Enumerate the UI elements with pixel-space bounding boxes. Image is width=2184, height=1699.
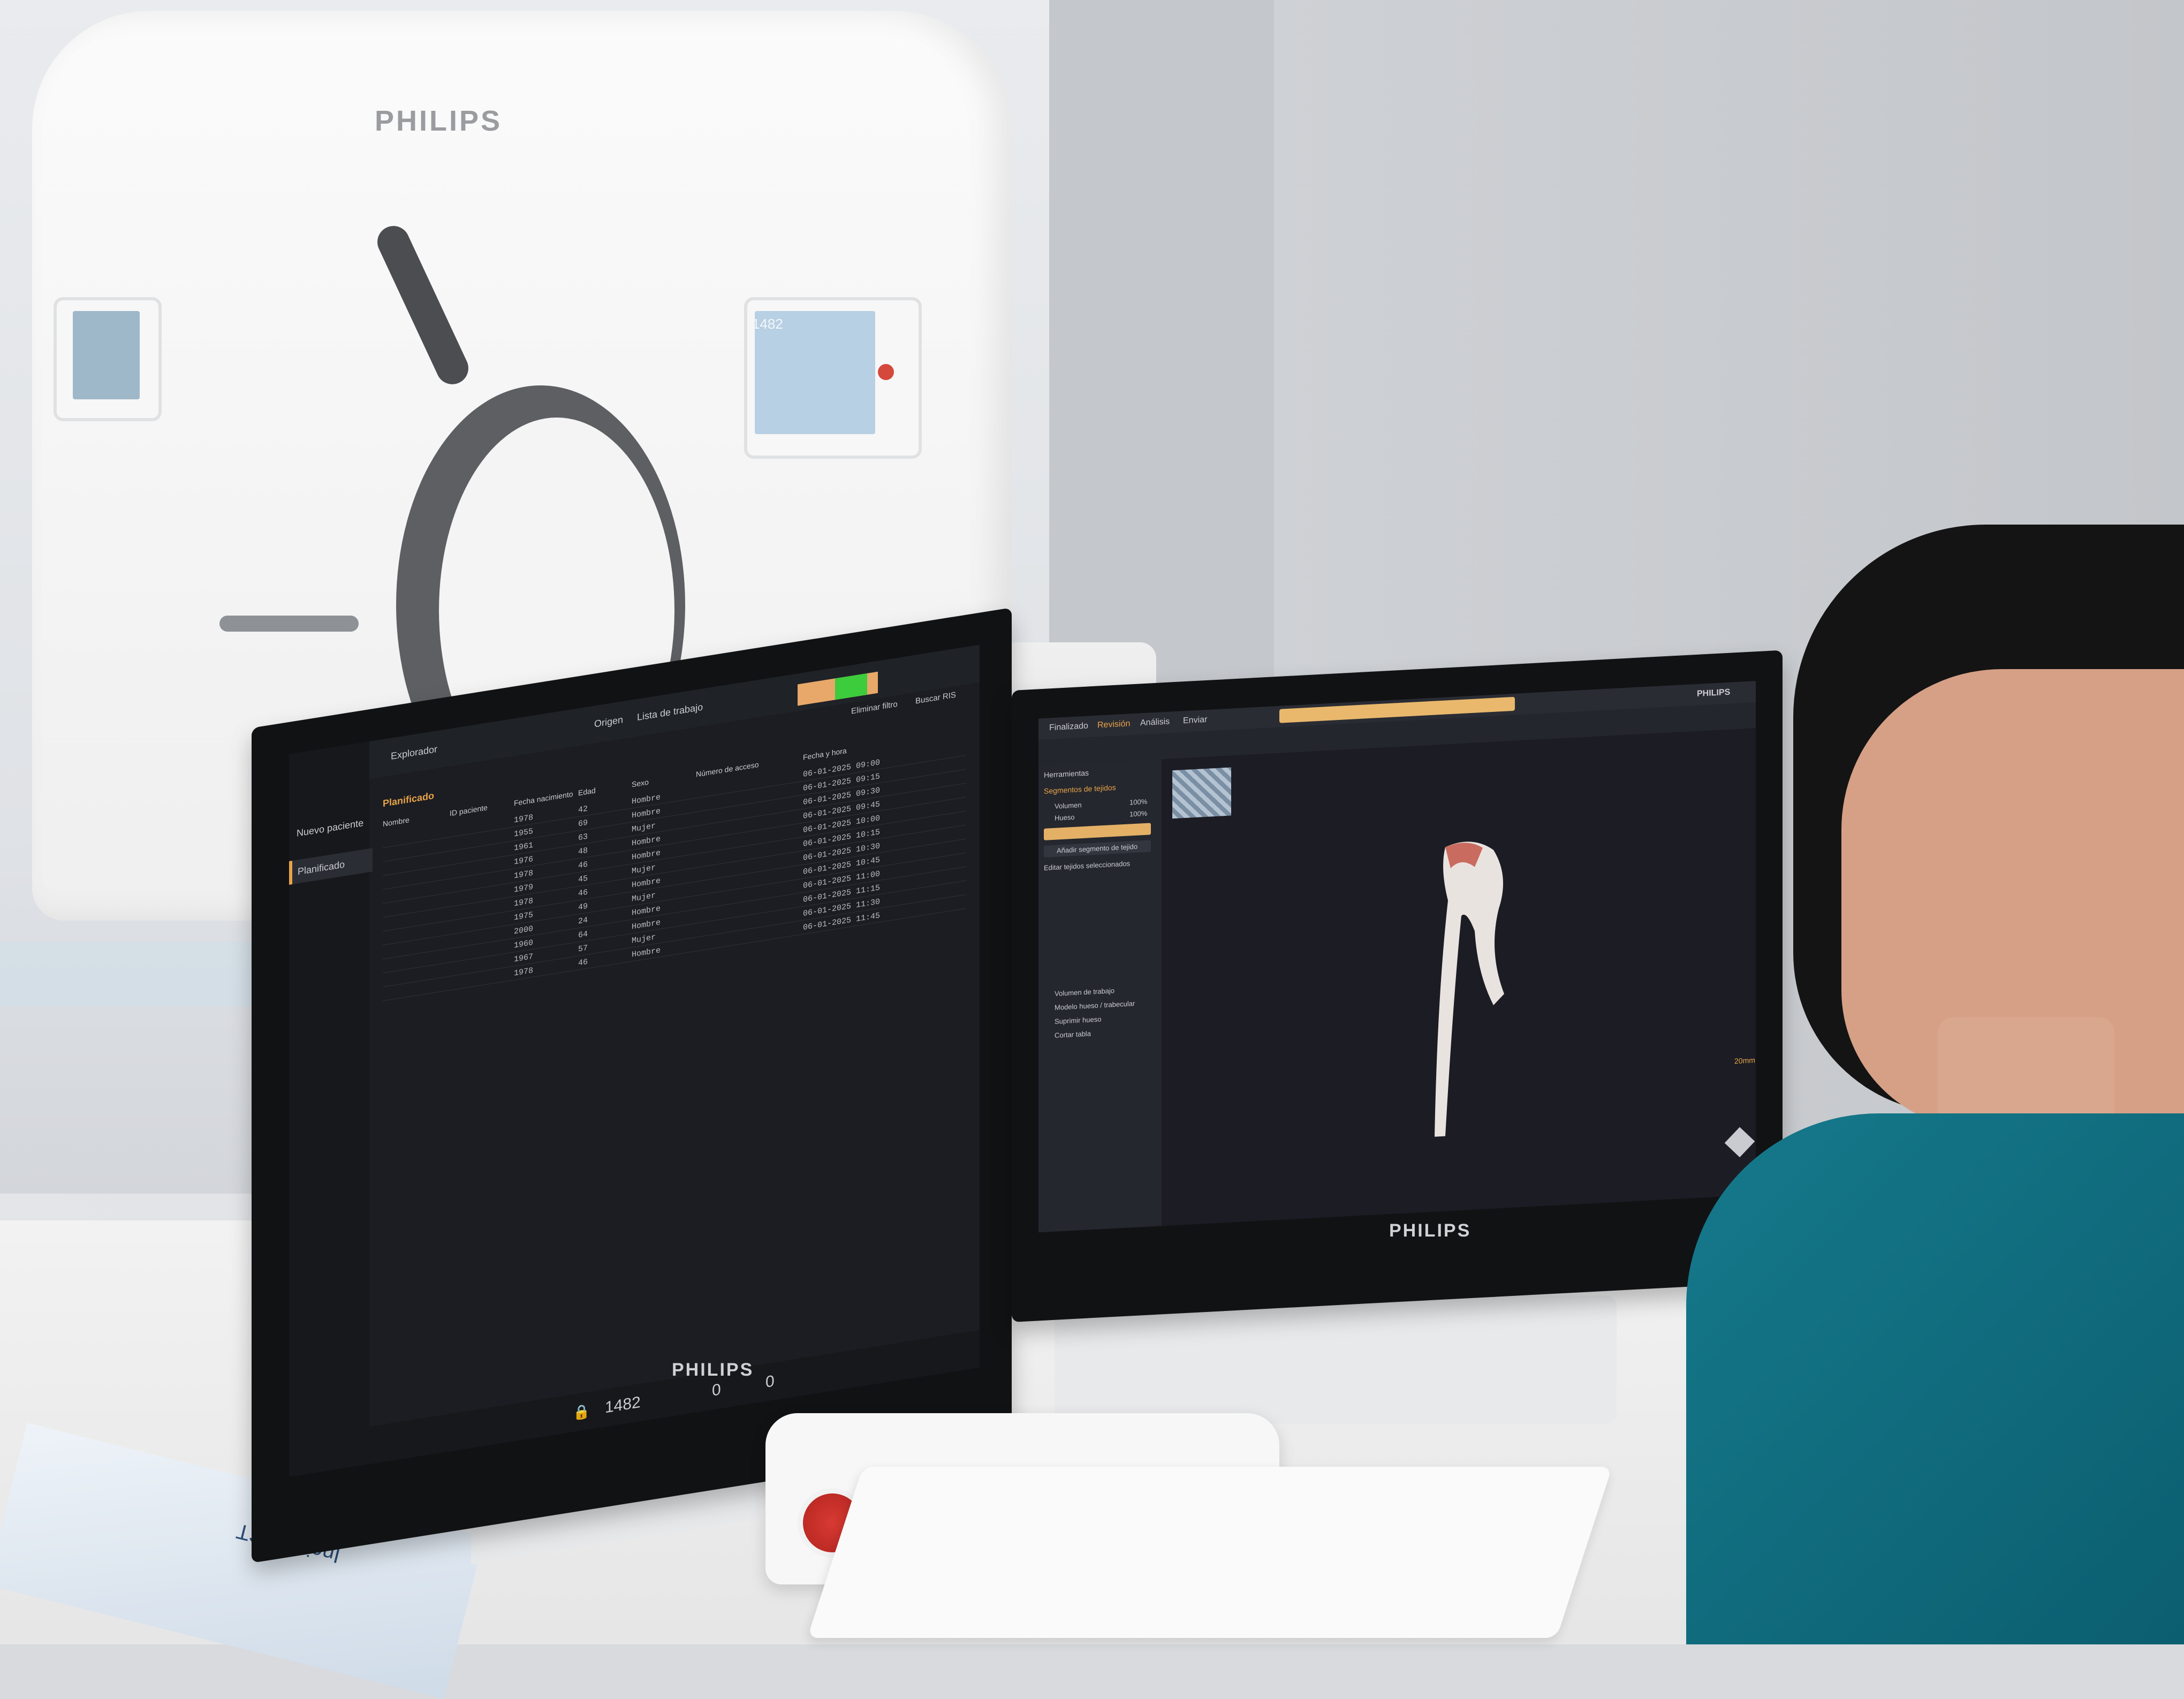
explorer-label[interactable]: Explorador [391,744,437,762]
table-cell: Hombre [632,945,661,960]
tool-item-volume[interactable]: Volumen de trabajo [1055,987,1114,998]
3d-bone-rendering[interactable] [1424,833,1510,1158]
table-cell: Hombre [632,806,661,821]
remove-filter-button[interactable]: Eliminar filtro [851,700,898,716]
column-header[interactable]: Nombre [383,815,410,828]
column-header[interactable]: Edad [578,786,596,797]
worklist-sidebar: Nuevo paciente Planificado [289,741,373,1477]
counter-value: 1482 [605,1393,641,1417]
orientation-cube-icon[interactable] [1724,1127,1755,1158]
screen-brand-logo: PHILIPS [1697,687,1731,699]
table-cell: 63 [578,832,588,843]
table-cell: Hombre [632,792,661,807]
table-cell: 2000 [514,924,534,937]
table-cell: 64 [578,929,588,940]
table-cell: Hombre [632,848,661,862]
column-header[interactable]: ID paciente [450,803,488,817]
origin-label: Origen [594,714,624,730]
segment-hueso-value: 100% [1129,809,1148,818]
sidebar-item-new-patient[interactable]: Nuevo paciente [297,817,363,839]
table-cell: Mujer [632,932,656,946]
table-cell: 46 [578,888,588,899]
scale-label: 20mm [1734,1056,1755,1066]
column-header[interactable]: Número de acceso [696,760,759,779]
tab-finalizado[interactable]: Finalizado [1049,722,1088,733]
left-screen: Nuevo paciente Planificado Explorador Or… [289,644,980,1477]
tool-item-cut-table[interactable]: Cortar tabla [1055,1029,1091,1040]
gantry-panel-readout: 1482 [752,316,783,332]
add-segment-label: Añadir segmento de tejido [1057,842,1138,855]
table-cell: 46 [578,860,588,871]
series-thumbnail[interactable] [1172,767,1231,819]
table-cell: 49 [578,901,588,913]
window-frame [1049,0,1274,701]
gantry-brand-logo: PHILIPS [375,105,503,137]
table-cell: 57 [578,943,588,954]
table-cell: 1978 [514,868,534,881]
right-screen: Finalizado Revisión Análisis Enviar PHIL… [1038,681,1756,1233]
table-cell: 1978 [514,966,534,979]
table-cell: 45 [578,874,588,885]
gantry-control-panel-left [54,297,162,421]
table-cell: 48 [578,846,588,857]
table-cell: 1975 [514,910,534,923]
segment-volumen[interactable]: Volumen [1055,801,1082,810]
left-status-value: 0 [712,1381,721,1400]
table-cell: Mujer [632,821,656,835]
table-cell: Mujer [632,863,656,876]
table-cell: 1955 [514,826,534,839]
patient-table-rail [219,616,359,632]
gantry-emergency-button [878,364,894,380]
segmentation-title: Segmentos de tejidos [1044,783,1116,795]
table-cell: Hombre [632,904,661,918]
worklist-section-title: Planificado [383,790,435,809]
table-cell: Hombre [632,917,661,932]
search-ris-button[interactable]: Buscar RIS [915,691,956,706]
table-cell: 46 [578,957,588,968]
tab-analisis[interactable]: Análisis [1140,717,1170,729]
table-cell: Hombre [632,834,661,848]
tools-panel: Herramientas Segmentos de tejidos Volume… [1038,759,1162,1233]
table-cell: 1960 [514,938,534,951]
table-cell: 69 [578,818,588,829]
segment-volumen-value: 100% [1129,797,1148,807]
tab-revision[interactable]: Revisión [1097,719,1130,730]
column-header[interactable]: Fecha nacimiento [514,790,573,808]
origin-select[interactable]: Lista de trabajo [637,701,703,723]
tool-item-bone-model[interactable]: Modelo hueso / trabecular [1055,999,1135,1012]
sidebar-item-label: Planificado [298,859,345,877]
table-cell: Hombre [632,876,661,890]
tool-item-remove-bone[interactable]: Suprimir hueso [1055,1015,1101,1026]
table-cell: 24 [578,915,588,927]
right-monitor-brand-logo: PHILIPS [1389,1220,1472,1241]
operator-shirt [1686,1113,2184,1644]
table-cell: 1979 [514,882,534,895]
lock-icon: 🔒 [573,1402,590,1421]
sidebar-item-planned[interactable]: Planificado [289,848,373,885]
segment-hueso[interactable]: Hueso [1055,813,1075,822]
table-cell: 1976 [514,854,534,867]
table-cell: 1978 [514,813,534,825]
edit-selected-label: Editar tejidos seleccionados [1044,859,1131,872]
add-segment-button[interactable]: Añadir segmento de tejido [1044,840,1151,858]
tools-panel-header: Herramientas [1044,768,1089,779]
column-header[interactable]: Sexo [632,777,649,788]
column-header[interactable]: Fecha y hora [803,746,847,762]
left-monitor-brand-logo: PHILIPS [672,1360,754,1380]
selected-segment-row[interactable] [1044,823,1151,840]
right-status-value: 0 [765,1372,775,1391]
table-cell: Mujer [632,891,656,904]
tab-enviar[interactable]: Enviar [1183,715,1207,726]
table-cell: 1967 [514,952,534,965]
table-cell: 1961 [514,840,534,853]
table-cell: 42 [578,804,588,815]
table-cell: 1978 [514,896,534,909]
keyboard[interactable] [807,1467,1612,1638]
